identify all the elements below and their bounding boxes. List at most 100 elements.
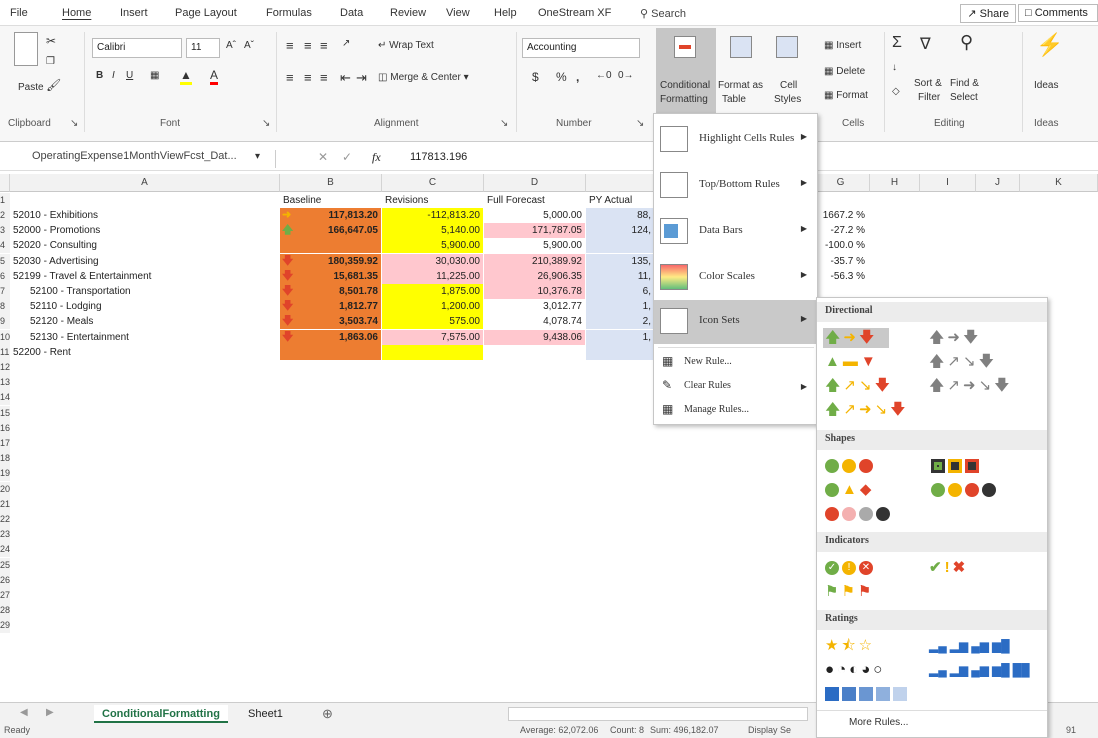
next-sheet-icon[interactable]: ▶ <box>46 707 54 718</box>
number-format-select[interactable]: Accounting <box>522 38 640 58</box>
variance-cell[interactable]: -56.3 % <box>812 269 868 284</box>
row-header[interactable]: 12 <box>0 360 10 375</box>
revisions-cell[interactable]: 575.00 <box>382 314 483 330</box>
menu-item-highlight-cells-rules[interactable]: Highlight Cells Rules ▶ <box>654 118 817 162</box>
status-zoom[interactable]: 91 <box>1066 725 1076 735</box>
baseline-cell[interactable]: 🡇 1,863.06 <box>280 329 381 345</box>
row-header[interactable]: 29 <box>0 618 10 634</box>
column-header[interactable]: J <box>976 174 1020 192</box>
icon-set-5-arrows-colored[interactable]: 🡅 ↗ ➜ ↘ 🡇 <box>825 400 906 420</box>
sort-filter-label-1[interactable]: Sort & <box>914 78 942 89</box>
account-cell[interactable]: 52130 - Entertainment <box>10 330 280 345</box>
tab-formulas[interactable]: Formulas <box>266 7 312 19</box>
increase-indent-icon[interactable]: ⇥ <box>356 70 367 86</box>
row-header[interactable]: 22 <box>0 512 10 527</box>
find-select-label-1[interactable]: Find & <box>950 78 979 89</box>
comments-button[interactable]: □ Comments <box>1018 4 1098 22</box>
share-button[interactable]: ↗ Share <box>960 4 1016 23</box>
clear-icon[interactable]: ◇ <box>892 86 900 97</box>
align-middle-icon[interactable]: ≡ <box>304 38 312 53</box>
tab-help[interactable]: Help <box>494 7 517 19</box>
icon-set-4-traffic-lights[interactable] <box>931 480 996 500</box>
icon-set-3-stars[interactable]: ★ ⯪ ☆ <box>825 636 872 656</box>
italic-icon[interactable]: I <box>112 70 115 81</box>
row-header[interactable]: 7 <box>0 284 10 299</box>
cell-styles-label-2[interactable]: Styles <box>774 94 801 105</box>
search-box[interactable]: ⚲ Search <box>640 7 686 20</box>
baseline-cell[interactable] <box>280 344 381 360</box>
header-baseline[interactable]: Baseline <box>280 193 382 208</box>
menu-item-icon-sets[interactable]: Icon Sets ▶ <box>654 300 817 344</box>
ideas-button[interactable]: Ideas <box>1034 80 1058 91</box>
column-header[interactable]: I <box>920 174 976 192</box>
sheet-tab-sheet1[interactable]: Sheet1 <box>240 705 291 723</box>
header-full-forecast[interactable]: Full Forecast <box>484 193 586 208</box>
increase-decimal-icon[interactable]: ←0 <box>596 70 612 81</box>
row-header[interactable]: 6 <box>0 268 10 284</box>
row-header[interactable]: 1 <box>0 193 10 208</box>
baseline-cell[interactable] <box>280 238 381 254</box>
column-header[interactable]: H <box>870 174 920 192</box>
row-header[interactable]: 25 <box>0 557 10 573</box>
decrease-decimal-icon[interactable]: 0→ <box>618 70 634 81</box>
full-forecast-cell[interactable]: 4,078.74 <box>484 314 585 329</box>
row-header[interactable]: 14 <box>0 390 10 406</box>
orientation-icon[interactable]: ↗ <box>342 38 350 49</box>
align-right-icon[interactable]: ≡ <box>320 70 328 85</box>
py-actual-cell[interactable]: 11, <box>586 268 654 284</box>
revisions-cell[interactable]: 5,140.00 <box>382 223 483 239</box>
tab-page-layout[interactable]: Page Layout <box>175 7 237 19</box>
py-actual-cell[interactable]: 6, <box>586 284 654 299</box>
tab-review[interactable]: Review <box>390 7 426 19</box>
icon-set-4-ratings[interactable]: ▂▄ ▂▆ ▄▆ ▆█ <box>929 636 1010 656</box>
sort-filter-label-2[interactable]: Filter <box>918 92 940 103</box>
clipboard-launcher-icon[interactable]: ↘ <box>70 118 78 129</box>
wrap-text-button[interactable]: ↵ Wrap Text <box>378 40 434 51</box>
revisions-cell[interactable]: 1,200.00 <box>382 299 483 315</box>
insert-cells-button[interactable]: ▦ Insert <box>824 40 861 51</box>
account-cell[interactable]: 52010 - Exhibitions <box>10 208 280 223</box>
icon-set-5-ratings[interactable]: ▂▄ ▂▆ ▄▆ ▆█ ██ <box>929 660 1030 680</box>
font-name-select[interactable]: Calibri <box>92 38 182 58</box>
full-forecast-cell[interactable]: 3,012.77 <box>484 299 585 314</box>
row-header[interactable]: 21 <box>0 496 10 512</box>
row-header[interactable]: 4 <box>0 238 10 254</box>
row-header[interactable]: 23 <box>0 527 10 543</box>
tab-onestream[interactable]: OneStream XF <box>538 7 611 19</box>
bold-icon[interactable]: B <box>96 70 103 81</box>
find-select-label-2[interactable]: Select <box>950 92 978 103</box>
align-top-icon[interactable]: ≡ <box>286 38 294 53</box>
row-header[interactable]: 24 <box>0 542 10 558</box>
status-display-settings[interactable]: Display Se <box>748 725 791 735</box>
select-all-corner[interactable] <box>0 174 10 192</box>
account-cell[interactable]: 52000 - Promotions <box>10 223 280 238</box>
column-header[interactable]: B <box>280 174 382 192</box>
column-header[interactable]: G <box>812 174 870 192</box>
icon-set-5-arrows-gray[interactable]: 🡅 ↗ ➜ ↘ 🡇 <box>929 376 1010 396</box>
add-sheet-icon[interactable]: ⊕ <box>322 706 333 722</box>
copy-icon[interactable]: ❐ <box>46 56 55 67</box>
function-icon[interactable]: fx <box>372 150 381 165</box>
menu-item-top-bottom-rules[interactable]: Top/Bottom Rules ▶ <box>654 164 817 208</box>
py-actual-cell[interactable]: 1, <box>586 329 654 345</box>
icon-set-5-boxes[interactable] <box>825 684 907 704</box>
variance-cell[interactable]: -27.2 % <box>812 223 868 238</box>
py-actual-cell[interactable]: 135, <box>586 253 654 269</box>
full-forecast-cell[interactable]: 171,787.05 <box>484 223 585 239</box>
cancel-icon[interactable]: ✕ <box>318 150 328 164</box>
account-cell[interactable]: 52120 - Meals <box>10 314 280 329</box>
icon-set-red-to-black[interactable] <box>825 504 890 524</box>
py-actual-cell[interactable] <box>586 238 654 254</box>
format-as-table-label-1[interactable]: Format as <box>718 80 763 91</box>
fill-color-icon[interactable]: ▲ <box>180 68 192 85</box>
account-cell[interactable]: 52200 - Rent <box>10 345 280 360</box>
underline-icon[interactable]: U <box>126 70 133 81</box>
py-actual-cell[interactable]: 88, <box>586 208 654 223</box>
account-cell[interactable]: 52110 - Lodging <box>10 299 280 314</box>
column-header[interactable]: K <box>1020 174 1098 192</box>
row-header[interactable]: 26 <box>0 572 10 588</box>
account-cell[interactable]: 52199 - Travel & Entertainment <box>10 269 280 284</box>
align-bottom-icon[interactable]: ≡ <box>320 38 328 53</box>
row-header[interactable]: 20 <box>0 481 10 497</box>
full-forecast-cell[interactable]: 210,389.92 <box>484 253 585 269</box>
